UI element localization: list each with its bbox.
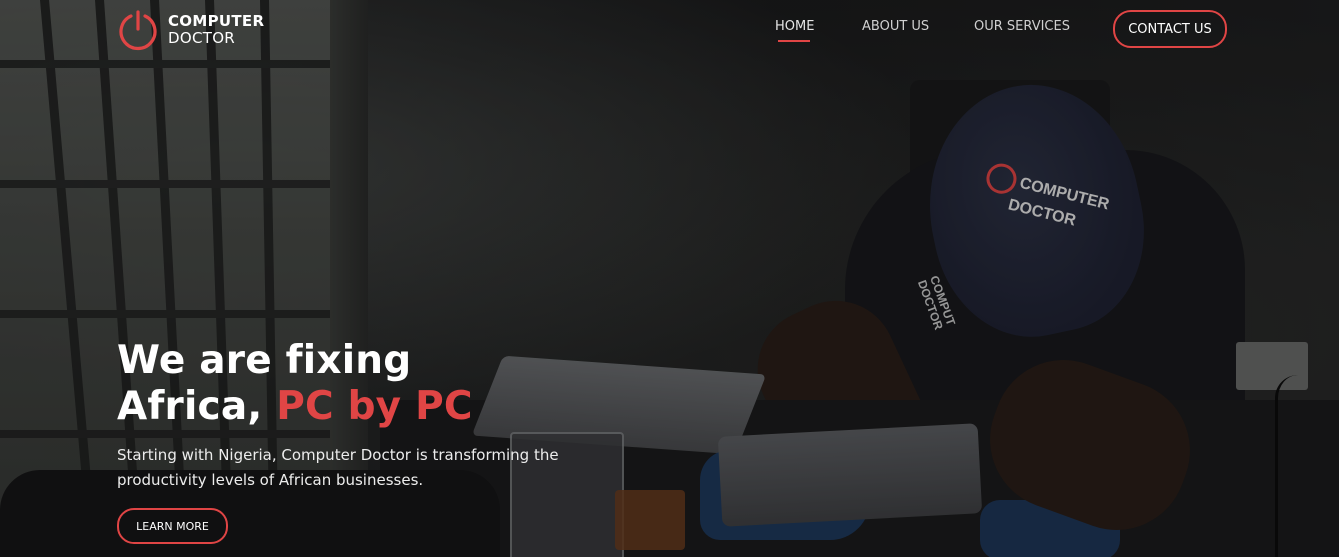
brand-name-line1: COMPUTER <box>168 12 265 30</box>
headline-line2-plain: Africa, <box>117 384 277 429</box>
brand-name: COMPUTER DOCTOR <box>168 13 264 47</box>
nav-active-indicator <box>778 40 810 42</box>
brand-logo[interactable]: COMPUTER DOCTOR <box>117 9 264 51</box>
power-icon <box>117 9 159 51</box>
hero-headline: We are fixing Africa, PC by PC <box>117 338 473 430</box>
headline-line1: We are fixing <box>117 338 412 383</box>
hero-subtext: Starting with Nigeria, Computer Doctor i… <box>117 446 559 489</box>
contact-us-button[interactable]: CONTACT US <box>1113 10 1227 48</box>
brand-name-line2: DOCTOR <box>168 29 236 47</box>
learn-more-button[interactable]: LEARN MORE <box>117 508 228 544</box>
headline-line2-accent: PC by PC <box>276 384 473 429</box>
nav-item-our-services[interactable]: OUR SERVICES <box>974 19 1070 34</box>
nav-item-about-us[interactable]: ABOUT US <box>862 19 929 34</box>
hero-section: COMPUTER DOCTOR COMPUT DOCTOR COMPUTER D… <box>0 0 1339 557</box>
nav-item-home[interactable]: HOME <box>775 19 814 34</box>
